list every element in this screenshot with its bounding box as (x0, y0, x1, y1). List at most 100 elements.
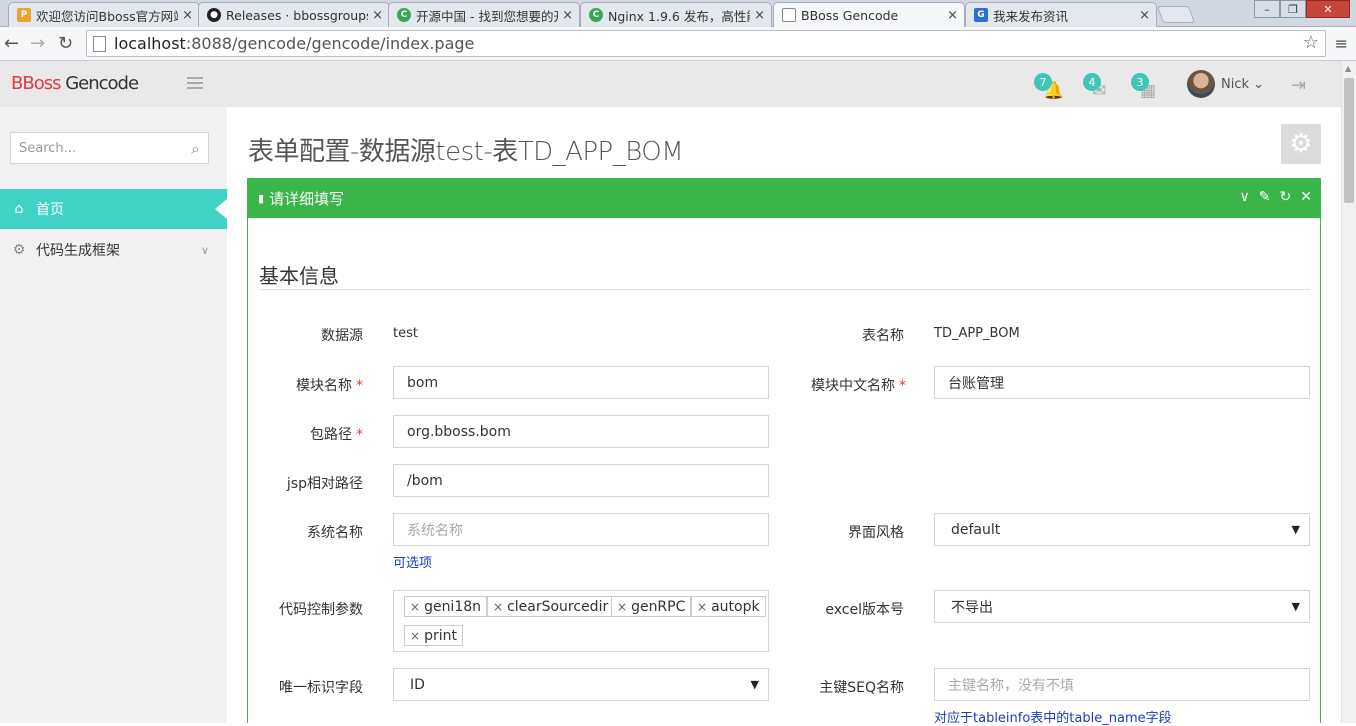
code-params-label: 代码控制参数 (279, 602, 363, 618)
remove-tag-icon[interactable]: × (493, 600, 503, 614)
url-host: localhost (114, 34, 186, 53)
pk-seq-hint: 对应于tableinfo表中的table_name字段 (934, 711, 1172, 726)
browser-tab-active[interactable]: BBoss Gencode × (773, 2, 965, 27)
scrollbar-thumb[interactable] (1344, 78, 1354, 203)
datasource-label: 数据源 (321, 328, 363, 344)
search-input[interactable]: Search... ⌕ (10, 132, 209, 164)
site-icon: G (974, 8, 988, 22)
close-tab-icon[interactable]: × (182, 8, 193, 23)
page-title: 表单配置-数据源test-表TD_APP_BOM (248, 137, 684, 167)
window-close-button[interactable]: ✕ (1306, 0, 1350, 18)
close-icon[interactable]: ✕ (1300, 189, 1312, 205)
unique-id-select[interactable]: ID ▼ (393, 668, 769, 701)
excel-version-label: excel版本号 (825, 602, 904, 618)
address-bar[interactable]: localhost:8088/gencode/gencode/index.pag… (86, 30, 1326, 57)
module-cn-name-value: 台账管理 (948, 375, 1004, 392)
search-icon[interactable]: ⌕ (191, 139, 200, 159)
bookmark-star-icon[interactable]: ☆ (1303, 32, 1319, 53)
param-tag[interactable]: × print (404, 625, 463, 646)
scroll-up-arrow-icon[interactable]: ▲ (1345, 64, 1351, 73)
browser-tab-strip: P 欢迎您访问Bboss官方网站 × ● Releases · bbossgro… (0, 0, 1356, 27)
oschina-icon: C (589, 8, 603, 22)
jsp-path-label: jsp相对路径 (286, 476, 363, 492)
sidebar-item-codegen[interactable]: ⚙ 代码生成框架 ∨ (0, 230, 227, 270)
url-path: :8088/gencode/gencode/index.page (185, 34, 475, 53)
ui-theme-select[interactable]: default ▼ (934, 513, 1310, 546)
tab-title: BBoss Gencode (801, 7, 899, 23)
jsp-path-field[interactable]: /bom (393, 464, 769, 497)
datasource-value: test (393, 326, 418, 341)
module-cn-name-field[interactable]: 台账管理 (934, 366, 1310, 399)
messages-envelope[interactable]: ✉ 4 (1083, 73, 1113, 101)
collapse-icon[interactable]: ∨ (1240, 189, 1250, 205)
system-name-field[interactable]: 系统名称 (393, 513, 769, 546)
maximize-button[interactable]: ❐ (1280, 0, 1306, 18)
param-tag[interactable]: × geni18n (404, 596, 488, 617)
panel-tools: ∨ ✎ ↻ ✕ (1240, 189, 1312, 205)
settings-gear-button[interactable]: ⚙ (1281, 124, 1321, 164)
module-name-label: 模块名称 * (296, 378, 363, 394)
logo-brand: BBoss (11, 73, 61, 94)
package-path-field[interactable]: org.bboss.bom (393, 415, 769, 448)
top-navbar: BBoss Gencode 🔔 7 ✉ 4 ▦ 3 Nick ⌄ ⇥ (0, 61, 1341, 107)
param-tag[interactable]: × clearSourcedir (487, 596, 615, 617)
remove-tag-icon[interactable]: × (410, 629, 420, 643)
browser-menu-icon[interactable]: ≡ (1335, 34, 1348, 53)
user-menu[interactable]: Nick ⌄ (1221, 77, 1264, 92)
scrollbar[interactable]: ▲ (1341, 61, 1356, 723)
browser-tab[interactable]: C 开源中国 - 找到您想要的开 × (388, 2, 580, 27)
close-tab-icon[interactable]: × (754, 8, 765, 23)
browser-tab[interactable]: C Nginx 1.9.6 发布，高性能 × (580, 2, 772, 27)
package-path-value: org.bboss.bom (407, 423, 511, 440)
browser-tab[interactable]: P 欢迎您访问Bboss官方网站 × (8, 2, 200, 27)
main-content: 表单配置-数据源test-表TD_APP_BOM ⚙ ▮ 请详细填写 ∨ ✎ ↻… (227, 107, 1341, 726)
pk-seq-label: 主键SEQ名称 (819, 680, 904, 696)
reload-button[interactable]: ↻ (58, 33, 73, 54)
oschina-icon: C (397, 8, 411, 22)
close-tab-icon[interactable]: × (562, 8, 573, 23)
param-tag[interactable]: × autopk (691, 596, 766, 617)
pk-seq-placeholder: 主键名称，没有不填 (948, 677, 1074, 694)
remove-tag-icon[interactable]: × (410, 600, 420, 614)
close-tab-icon[interactable]: × (1139, 8, 1150, 23)
param-tag[interactable]: × genRPC (611, 596, 692, 617)
sidebar-item-label: 代码生成框架 (36, 243, 120, 259)
code-params-multiselect[interactable]: × geni18n × clearSourcedir × genRPC × autopk… (393, 590, 769, 652)
excel-version-select[interactable]: 不导出 ▼ (934, 590, 1310, 623)
user-name: Nick (1221, 77, 1250, 92)
logout-icon[interactable]: ⇥ (1291, 75, 1306, 96)
new-tab-button[interactable] (1156, 6, 1196, 23)
close-tab-icon[interactable]: × (947, 8, 958, 23)
section-title: 基本信息 (259, 264, 339, 288)
minimize-button[interactable]: – (1254, 0, 1280, 18)
gears-icon: ⚙ (12, 242, 26, 258)
remove-tag-icon[interactable]: × (617, 600, 627, 614)
jsp-path-value: /bom (407, 472, 443, 489)
browser-tab[interactable]: ● Releases · bbossgroups/ × (198, 2, 390, 27)
browser-tab[interactable]: G 我来发布资讯 × (965, 2, 1157, 27)
sidebar-toggle-icon[interactable] (187, 77, 203, 92)
sidebar: Search... ⌕ ⌂ 首页 ⚙ 代码生成框架 ∨ (0, 107, 227, 723)
back-button[interactable]: ← (4, 33, 19, 54)
chevron-down-icon: ⌄ (1253, 77, 1265, 92)
forward-button[interactable]: → (30, 33, 45, 54)
panel-title: 请详细填写 (269, 190, 345, 208)
module-cn-name-label: 模块中文名称 * (811, 378, 906, 394)
ui-theme-label: 界面风格 (848, 525, 904, 541)
tab-title: 开源中国 - 找到您想要的开 (416, 8, 559, 24)
remove-tag-icon[interactable]: × (697, 600, 707, 614)
notifications-bell[interactable]: 🔔 7 (1034, 73, 1064, 101)
sidebar-item-home[interactable]: ⌂ 首页 (0, 189, 227, 229)
tasks-calendar[interactable]: ▦ 3 (1131, 73, 1161, 101)
wrench-icon[interactable]: ✎ (1259, 189, 1271, 205)
home-icon: ⌂ (14, 201, 24, 217)
page-icon (782, 8, 796, 22)
tab-title: Releases · bbossgroups/ (226, 7, 369, 23)
module-name-field[interactable]: bom (393, 366, 769, 399)
logo[interactable]: BBoss Gencode (11, 73, 139, 94)
pk-seq-field[interactable]: 主键名称，没有不填 (934, 668, 1310, 701)
close-tab-icon[interactable]: × (372, 8, 383, 23)
refresh-icon[interactable]: ↻ (1280, 189, 1292, 205)
task-count: 3 (1131, 73, 1149, 91)
avatar[interactable] (1187, 70, 1215, 98)
